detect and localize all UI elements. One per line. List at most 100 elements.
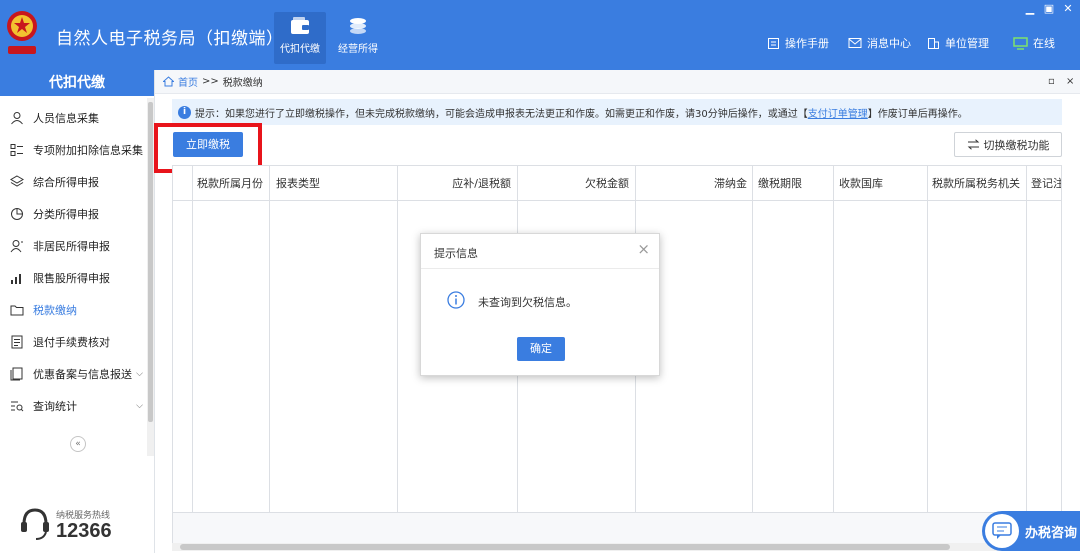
list-icon xyxy=(10,144,23,156)
sidebar-item-query-statistics[interactable]: 查询统计 ⌵ xyxy=(0,390,147,422)
app-header: 自然人电子税务局（扣缴端） 代扣代缴 经营所得 操作手册 消息中心 单位管理 在… xyxy=(0,0,1080,70)
layers-icon xyxy=(10,175,24,187)
column-header-report-type[interactable]: 报表类型 xyxy=(276,166,320,201)
notice-text-before: 提示：如果您进行了立即缴税操作，但未完成税款缴纳，可能会造成申报表无法更正和作废… xyxy=(195,108,808,120)
sidebar-item-refund-fee-check[interactable]: 退付手续费核对 xyxy=(0,326,147,358)
sidebar-item-label: 退付手续费核对 xyxy=(33,336,110,349)
column-header-treasury[interactable]: 收款国库 xyxy=(839,166,883,201)
chevron-down-icon: ⌵ xyxy=(136,369,143,379)
manual-button[interactable]: 操作手册 xyxy=(767,35,829,51)
doc-stack-icon xyxy=(10,367,23,381)
manual-icon xyxy=(768,37,779,49)
sidebar-item-label: 专项附加扣除信息采集 xyxy=(33,144,143,157)
dialog-message: 未查询到欠税信息。 xyxy=(478,296,577,309)
unit-management-label: 单位管理 xyxy=(945,37,989,50)
scrollbar-thumb[interactable] xyxy=(180,544,950,550)
column-header-deadline[interactable]: 缴税期限 xyxy=(758,166,802,201)
swap-icon xyxy=(967,139,979,150)
column-divider xyxy=(192,166,193,543)
sidebar-item-personnel-info[interactable]: 人员信息采集 xyxy=(0,102,147,134)
pie-icon xyxy=(11,208,23,220)
dialog-title: 提示信息 xyxy=(434,247,478,260)
tab-close-icon[interactable]: × xyxy=(1066,76,1074,87)
column-header-tax-authority[interactable]: 税款所属税务机关 xyxy=(932,166,1024,201)
info-icon xyxy=(447,291,465,309)
column-header-tax-month[interactable]: 税款所属月份 xyxy=(197,166,263,201)
table-footer xyxy=(173,512,1061,543)
sidebar-item-preferential-filing[interactable]: 优惠备案与信息报送 ⌵ xyxy=(0,358,147,390)
nav-label: 代扣代缴 xyxy=(280,44,320,55)
collapse-sidebar-button[interactable]: « xyxy=(70,436,86,452)
column-divider xyxy=(397,166,398,543)
sidebar-item-label: 人员信息采集 xyxy=(33,112,99,125)
building-icon xyxy=(928,37,939,49)
person-alt-icon xyxy=(10,240,23,253)
sidebar-item-label: 分类所得申报 xyxy=(33,208,99,221)
sidebar-item-label: 限售股所得申报 xyxy=(33,272,110,285)
sidebar-title: 代扣代缴 xyxy=(0,70,154,96)
bar-chart-icon xyxy=(11,274,21,284)
sidebar-item-classified-income[interactable]: 分类所得申报 xyxy=(0,198,147,230)
sidebar-item-label: 非居民所得申报 xyxy=(33,240,110,253)
chat-icon xyxy=(985,514,1019,548)
tab-restore-icon[interactable]: ▫ xyxy=(1048,76,1055,87)
column-header-payable-amount[interactable]: 应补/退税额 xyxy=(397,166,511,201)
notice-banner: i 提示：如果您进行了立即缴税操作，但未完成税款缴纳，可能会造成申报表无法更正和… xyxy=(172,99,1062,125)
sidebar-item-label: 优惠备案与信息报送 xyxy=(33,368,132,381)
sidebar-scrollbar-thumb[interactable] xyxy=(148,102,153,422)
unit-management-button[interactable]: 单位管理 xyxy=(927,35,989,51)
breadcrumb: 首页 >> 税款缴纳 ▫ × xyxy=(155,70,1080,94)
search-list-icon xyxy=(11,401,24,412)
minimize-button[interactable]: ▁ xyxy=(1022,2,1038,15)
info-dialog: 提示信息 × 未查询到欠税信息。 确定 xyxy=(420,233,660,376)
sidebar-item-label: 查询统计 xyxy=(33,400,77,413)
wallet-icon xyxy=(291,17,309,34)
confirm-button[interactable]: 确定 xyxy=(517,337,565,361)
close-window-button[interactable]: ✕ xyxy=(1060,2,1076,15)
consult-label: 办税咨询 xyxy=(1025,525,1078,541)
info-icon: i xyxy=(178,105,191,119)
payment-order-link[interactable]: 支付订单管理 xyxy=(808,105,868,120)
sidebar-item-nonresident-income[interactable]: 非居民所得申报 xyxy=(0,230,147,262)
tax-consult-widget[interactable]: 办税咨询 xyxy=(982,511,1080,551)
message-center-button[interactable]: 消息中心 xyxy=(848,35,911,51)
app-title: 自然人电子税务局（扣缴端） xyxy=(56,29,284,49)
sidebar: 代扣代缴 人员信息采集 专项附加扣除信息采集 综合所得申报 分类所得申报 非居民… xyxy=(0,70,155,553)
column-header-arrears[interactable]: 欠税金额 xyxy=(517,166,629,201)
hotline: 纳税服务热线 12366 xyxy=(18,506,148,546)
mail-icon xyxy=(848,38,862,48)
column-divider xyxy=(752,166,753,543)
sidebar-item-label: 综合所得申报 xyxy=(33,176,99,189)
tax-emblem-icon xyxy=(7,11,37,54)
sidebar-item-restricted-shares[interactable]: 限售股所得申报 xyxy=(0,262,147,294)
coins-icon xyxy=(350,18,366,34)
sidebar-item-label: 税款缴纳 xyxy=(33,304,77,317)
online-label: 在线 xyxy=(1033,37,1055,50)
breadcrumb-home[interactable]: 首页 xyxy=(178,74,198,89)
sidebar-scrollbar[interactable] xyxy=(147,98,154,456)
message-center-label: 消息中心 xyxy=(867,37,911,50)
nav-withholding[interactable]: 代扣代缴 xyxy=(274,12,326,64)
switch-payment-button[interactable]: 切换缴税功能 xyxy=(954,132,1062,157)
switch-payment-label: 切换缴税功能 xyxy=(983,138,1050,152)
nav-business-income[interactable]: 经营所得 xyxy=(332,12,384,64)
restore-button[interactable]: ▣ xyxy=(1041,2,1057,15)
monitor-icon xyxy=(1013,36,1028,50)
column-divider xyxy=(1026,166,1027,543)
dialog-close-icon[interactable]: × xyxy=(637,240,650,258)
breadcrumb-current: 税款缴纳 xyxy=(222,78,263,89)
pay-now-button[interactable]: 立即缴税 xyxy=(173,132,243,157)
notice-text-after: 】作废订单后再操作。 xyxy=(867,108,968,120)
column-header-late-fee[interactable]: 滞纳金 xyxy=(635,166,747,201)
column-divider xyxy=(927,166,928,543)
column-header-registration[interactable]: 登记注 xyxy=(1031,166,1061,201)
manual-label: 操作手册 xyxy=(785,37,829,50)
column-divider xyxy=(269,166,270,543)
online-status[interactable]: 在线 xyxy=(1013,35,1055,51)
sidebar-item-special-deduction[interactable]: 专项附加扣除信息采集 xyxy=(0,134,147,166)
sidebar-item-comprehensive-income[interactable]: 综合所得申报 xyxy=(0,166,147,198)
table-horizontal-scrollbar[interactable] xyxy=(172,543,1062,551)
breadcrumb-separator: >> xyxy=(202,76,219,87)
sidebar-item-tax-payment[interactable]: 税款缴纳 xyxy=(0,294,147,326)
hotline-number: 12366 xyxy=(56,520,112,542)
